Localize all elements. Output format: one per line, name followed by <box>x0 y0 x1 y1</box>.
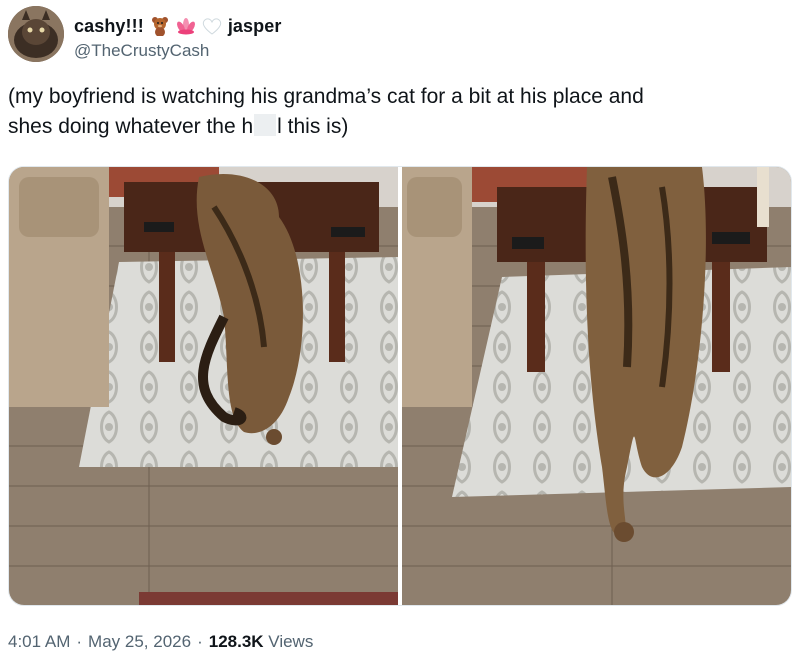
meta-separator-1: · <box>76 632 83 651</box>
display-name-suffix[interactable]: jasper <box>228 16 282 37</box>
tweet-meta: 4:01 AM · May 25, 2026 · 128.3K Views <box>8 632 313 652</box>
tweet-text: (my boyfriend is watching his grandma’s … <box>8 82 788 142</box>
tweet-time[interactable]: 4:01 AM <box>8 632 70 652</box>
views-count: 128.3K <box>208 632 264 651</box>
photo-2[interactable] <box>402 167 791 605</box>
teddy-bear-emoji <box>150 16 170 37</box>
redaction-box <box>254 114 277 136</box>
avatar[interactable] <box>8 6 64 62</box>
photo-1[interactable] <box>9 167 398 605</box>
meta-separator-2: · <box>197 632 203 651</box>
tweet-text-line-2-start: shes doing whatever the h <box>8 115 254 138</box>
user-handle[interactable]: @TheCrustyCash <box>74 41 281 61</box>
tweet-text-line-1: (my boyfriend is watching his grandma’s … <box>8 85 644 108</box>
views-label: Views <box>268 632 314 651</box>
tweet-text-line-2-end: l this is) <box>277 115 349 138</box>
media-grid <box>8 166 792 606</box>
views[interactable]: 128.3K Views <box>209 632 314 652</box>
white-heart-emoji <box>202 16 222 36</box>
tweet-text-line-2: shes doing whatever the h l this is) <box>8 112 788 142</box>
lotus-emoji <box>176 16 196 36</box>
tweet-header: cashy!!! jasper @TheCrustyCash <box>8 6 788 66</box>
display-name[interactable]: cashy!!! <box>74 16 144 37</box>
tweet-date[interactable]: May 25, 2026 <box>88 632 191 652</box>
